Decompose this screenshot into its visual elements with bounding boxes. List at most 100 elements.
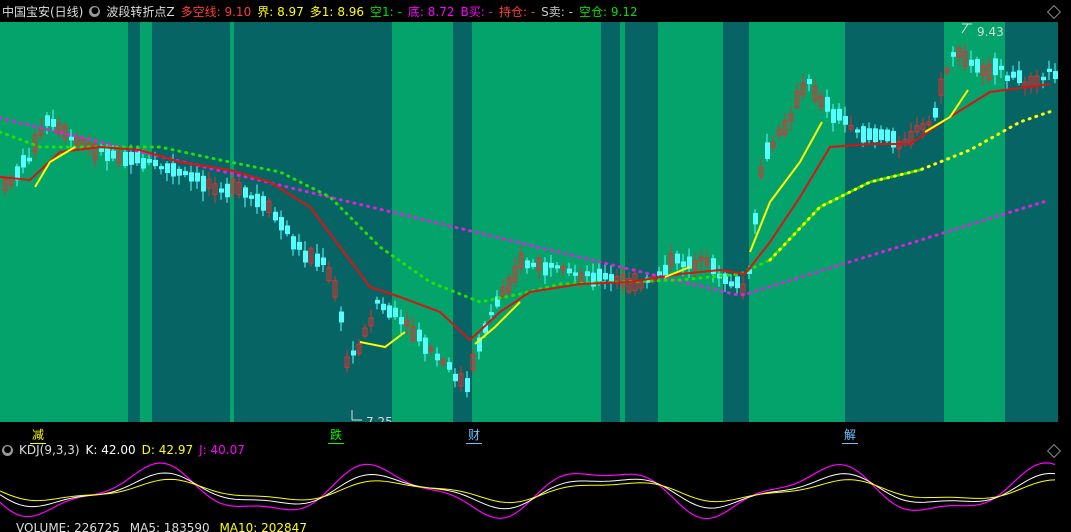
candle-body-down — [111, 150, 116, 159]
candle-body-down — [951, 52, 956, 57]
indicator-name[interactable]: 波段转折点Z — [106, 3, 174, 20]
candle-body-down — [201, 175, 206, 192]
candle-body-down — [861, 126, 866, 143]
candle-body-down — [933, 107, 938, 118]
candlestick-chart[interactable]: 9.43 7.25 — [0, 22, 1071, 442]
candle-body-down — [285, 225, 290, 235]
stock-title[interactable]: 中国宝安(日线) — [2, 3, 83, 20]
candle-body-down — [339, 311, 344, 323]
kdj-j-line — [0, 462, 1056, 520]
candle-body-down — [147, 159, 152, 163]
candle-body-down — [189, 172, 194, 182]
high-price-label: 9.43 — [977, 25, 1004, 39]
candle-body-down — [969, 59, 974, 66]
band-zone — [128, 22, 140, 422]
candle-body-down — [315, 253, 320, 267]
candle-body-down — [291, 236, 296, 250]
candle-body-down — [129, 151, 134, 165]
candle-body-down — [45, 115, 50, 126]
candle-body-down — [153, 159, 158, 167]
candle-body-down — [27, 157, 32, 162]
volume-ma5: MA5: 183590 — [129, 522, 210, 532]
candle-body-down — [105, 148, 110, 162]
right-gutter — [1058, 22, 1071, 422]
volume-header: VOLUME: 226725 MA5: 183590 MA10: 202847 — [0, 522, 1071, 532]
candle-body-down — [279, 216, 284, 231]
candle-body-down — [1047, 68, 1052, 72]
band-zone — [625, 22, 658, 422]
kdj-indicator-chart[interactable] — [0, 459, 1071, 521]
candle-body-down — [123, 151, 128, 167]
field-3: 空1: - — [370, 4, 402, 19]
event-strip — [0, 422, 1071, 441]
kdj-d-value: D: 42.97 — [141, 443, 194, 457]
candle-body-down — [183, 171, 188, 176]
candle-body-down — [657, 271, 662, 276]
candle-body-down — [141, 158, 146, 169]
field-8: 空仓: 9.12 — [579, 4, 638, 19]
field-0: 多空线: 9.10 — [180, 4, 252, 19]
candle-body-down — [573, 272, 578, 276]
candle-body-down — [531, 262, 536, 268]
candle-body-down — [255, 193, 260, 208]
candle-body-down — [375, 299, 380, 304]
volume-ma10: MA10: 202847 — [219, 522, 307, 532]
kdj-name[interactable]: KDJ(9,3,3) — [19, 443, 80, 457]
candle-body-down — [825, 96, 830, 112]
kdj-header: ● KDJ(9,3,3) K: 42.00 D: 42.97 J: 40.07 — [0, 441, 1071, 459]
candle-body-down — [1053, 71, 1058, 79]
candle-body-down — [753, 213, 758, 225]
candle-body-down — [171, 163, 176, 177]
field-4: 底: 8.72 — [407, 4, 455, 19]
candle-body-down — [675, 253, 680, 264]
field-1: 界: 8.97 — [257, 4, 304, 19]
candle-body-down — [867, 128, 872, 140]
candle-body-down — [159, 166, 164, 170]
indicator-settings-icon[interactable]: ● — [89, 5, 101, 17]
candle-body-down — [195, 172, 200, 182]
candle-body-down — [273, 211, 278, 221]
candle-body-down — [885, 129, 890, 142]
band-zone — [601, 22, 620, 422]
candle-body-down — [681, 261, 686, 268]
band-zone — [723, 22, 749, 422]
kdj-k-value: K: 42.00 — [85, 443, 136, 457]
candle-body-down — [585, 271, 590, 277]
candle-body-down — [351, 350, 356, 356]
kdj-settings-icon[interactable]: ● — [2, 444, 13, 456]
candle-body-down — [297, 241, 302, 250]
candle-body-down — [543, 262, 548, 276]
candle-body-down — [69, 136, 74, 141]
candle-body-down — [387, 305, 392, 318]
candle-body-down — [393, 307, 398, 318]
candle-body-down — [735, 276, 740, 289]
chart-header: 中国宝安(日线) ● 波段转折点Z 多空线: 9.10 界: 8.97 多1: … — [0, 0, 1071, 22]
band-zone — [234, 22, 392, 422]
candle-body-down — [165, 163, 170, 174]
candle-body-down — [609, 274, 614, 282]
candle-body-down — [225, 183, 230, 198]
field-6: 持仓: - — [498, 4, 536, 19]
candle-body-down — [549, 262, 554, 268]
candle-body-down — [321, 257, 326, 266]
band-zone — [453, 22, 472, 422]
candle-body-down — [879, 129, 884, 140]
field-5: B买: - — [460, 4, 493, 19]
candle-body-down — [1017, 70, 1022, 84]
candle-body-down — [381, 303, 386, 311]
candle-body-down — [855, 129, 860, 133]
candle-body-down — [567, 268, 572, 274]
candle-body-down — [303, 250, 308, 263]
candle-body-down — [1011, 71, 1016, 78]
candle-body-down — [1005, 75, 1010, 82]
candle-body-down — [453, 373, 458, 382]
candle-body-down — [597, 268, 602, 282]
field-2: 多1: 8.96 — [309, 4, 365, 19]
candle-body-down — [843, 116, 848, 125]
candle-body-down — [489, 312, 494, 316]
candle-body-down — [51, 119, 56, 127]
candle-body-down — [765, 142, 770, 159]
candle-body-down — [435, 353, 440, 361]
candle-body-down — [993, 58, 998, 76]
kdj-d-line — [0, 478, 1056, 504]
